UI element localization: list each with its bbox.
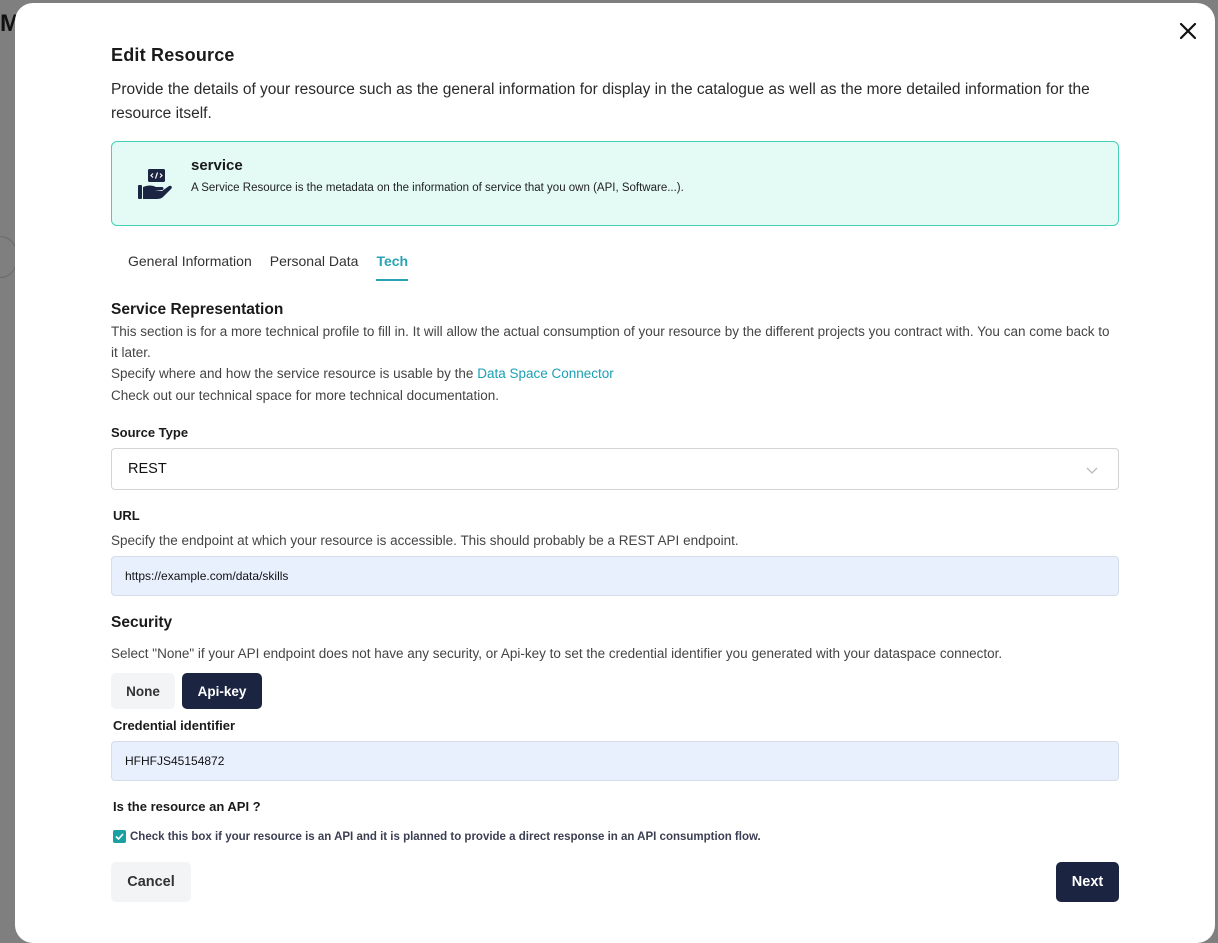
credential-identifier-input[interactable]	[111, 741, 1119, 781]
cancel-button[interactable]: Cancel	[111, 862, 191, 902]
source-type-label: Source Type	[111, 425, 189, 440]
security-api-key-button[interactable]: Api-key	[182, 673, 262, 709]
resource-type-name: service	[191, 157, 243, 174]
next-button[interactable]: Next	[1056, 862, 1119, 902]
url-help-text: Specify the endpoint at which your resou…	[111, 533, 739, 548]
url-label: URL	[113, 508, 140, 523]
tab-general-information[interactable]: General Information	[128, 253, 252, 281]
tab-tech[interactable]: Tech	[376, 253, 409, 281]
security-options: None Api-key	[111, 673, 262, 709]
api-checkbox[interactable]	[113, 830, 126, 843]
source-type-value: REST	[128, 461, 167, 477]
api-checkbox-row: Check this box if your resource is an AP…	[113, 830, 761, 843]
api-question-label: Is the resource an API ?	[113, 799, 261, 814]
service-representation-title: Service Representation	[111, 301, 284, 318]
modal-title: Edit Resource	[111, 45, 235, 65]
credential-identifier-label: Credential identifier	[113, 718, 236, 733]
security-title: Security	[111, 614, 173, 631]
edit-resource-modal: Edit Resource Provide the details of you…	[15, 3, 1215, 943]
api-checkbox-label: Check this box if your resource is an AP…	[130, 830, 761, 843]
close-icon[interactable]	[1178, 21, 1198, 41]
source-type-select[interactable]: REST	[111, 448, 1119, 490]
data-space-connector-link[interactable]: Data Space Connector	[477, 366, 614, 381]
service-representation-text: This section is for a more technical pro…	[111, 324, 1110, 360]
modal-description: Provide the details of your resource suc…	[111, 81, 1090, 122]
security-none-button[interactable]: None	[111, 673, 175, 709]
tab-personal-data[interactable]: Personal Data	[270, 253, 359, 281]
tab-bar: General Information Personal Data Tech	[128, 253, 409, 281]
url-input[interactable]	[111, 556, 1119, 596]
connector-line: Specify where and how the service resour…	[111, 363, 1119, 384]
connector-line-text: Specify where and how the service resour…	[111, 366, 474, 381]
technical-space-text: Check out our technical space for more t…	[111, 388, 499, 403]
resource-type-card: service A Service Resource is the metada…	[111, 141, 1119, 226]
chevron-down-icon	[1086, 463, 1098, 475]
resource-type-description: A Service Resource is the metadata on th…	[191, 182, 684, 194]
security-help-text: Select "None" if your API endpoint does …	[111, 646, 1003, 661]
hand-holding-code-icon	[136, 166, 174, 202]
